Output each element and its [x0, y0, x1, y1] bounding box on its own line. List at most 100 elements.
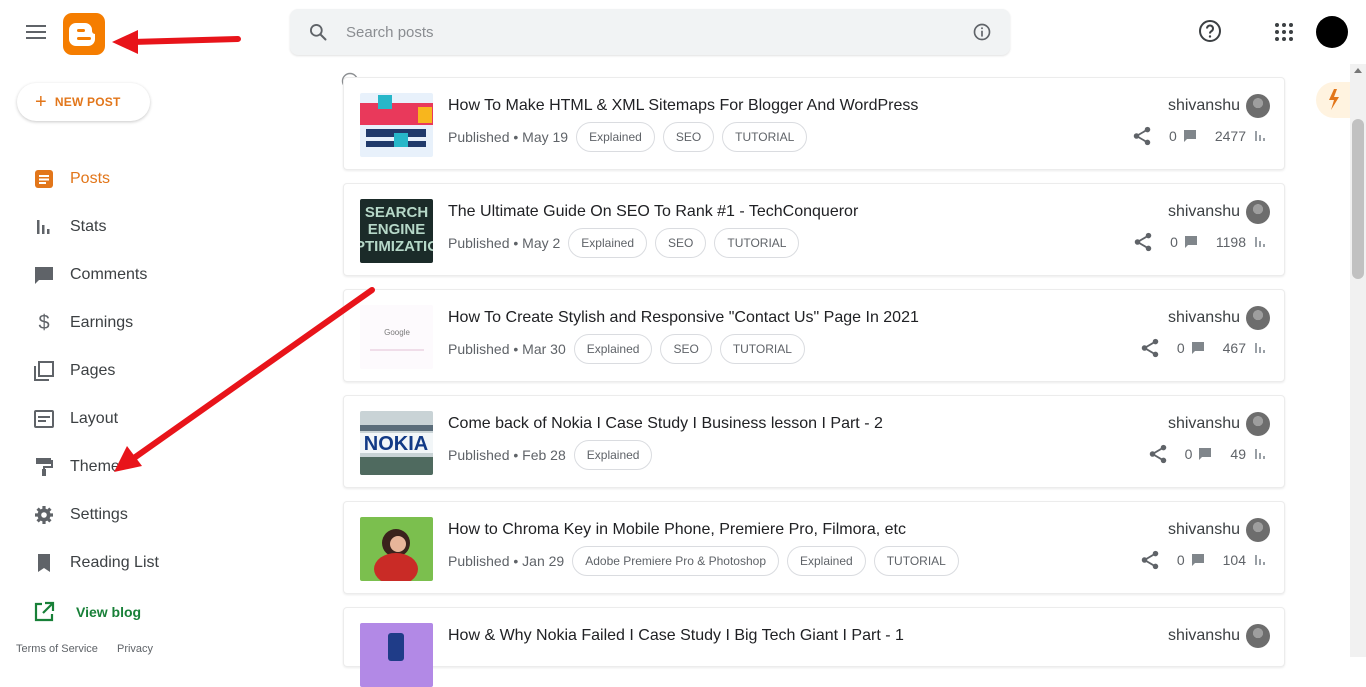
bar-chart-icon — [1255, 237, 1265, 247]
sidebar-item-label: Theme — [70, 458, 120, 475]
post-status: Published • May 2 — [448, 235, 561, 251]
stats-icon — [32, 215, 56, 239]
scroll-up-arrow[interactable] — [1354, 68, 1362, 73]
open-in-new-icon — [34, 601, 55, 622]
label-chip[interactable]: TUTORIAL — [873, 546, 959, 576]
post-author: shivanshu — [1168, 306, 1270, 330]
thumb-text: NOKIA — [364, 433, 428, 455]
blogger-logo[interactable] — [63, 13, 105, 55]
post-meta: Published • Mar 30 Explained SEO TUTORIAL — [448, 334, 805, 364]
scrollbar-thumb[interactable] — [1352, 119, 1364, 279]
view-count: 49 — [1230, 446, 1246, 462]
account-avatar[interactable] — [1316, 16, 1348, 48]
earnings-icon: $ — [38, 311, 50, 334]
post-row[interactable]: SEARCHENGINEOPTIMIZATION The Ultimate Gu… — [343, 183, 1285, 276]
sidebar-item-settings[interactable]: Settings — [0, 495, 300, 535]
author-name: shivanshu — [1167, 97, 1240, 114]
author-name: shivanshu — [1167, 521, 1240, 538]
sidebar-item-label: Comments — [70, 266, 148, 283]
post-status: Published • Mar 30 — [448, 341, 566, 357]
post-thumbnail — [360, 623, 433, 687]
view-blog-link[interactable]: View blog — [32, 600, 141, 624]
sidebar-item-layout[interactable]: Layout — [0, 399, 300, 439]
author-name: shivanshu — [1167, 627, 1240, 644]
label-chip[interactable]: SEO — [662, 122, 715, 152]
view-count: 104 — [1222, 552, 1246, 568]
comment-count: 0 — [1176, 552, 1185, 568]
share-icon[interactable] — [1147, 443, 1169, 465]
sidebar-item-theme[interactable]: Theme — [0, 447, 300, 487]
privacy-link[interactable]: Privacy — [117, 643, 153, 655]
post-thumbnail: NOKIA — [360, 411, 433, 475]
post-title[interactable]: How To Make HTML & XML Sitemaps For Blog… — [448, 97, 918, 115]
author-avatar — [1246, 412, 1270, 436]
search-icon[interactable] — [308, 22, 328, 42]
apps-grid-icon[interactable] — [1274, 22, 1294, 42]
post-title[interactable]: The Ultimate Guide On SEO To Rank #1 - T… — [448, 203, 858, 221]
author-name: shivanshu — [1167, 309, 1240, 326]
share-icon[interactable] — [1132, 231, 1154, 253]
author-avatar — [1246, 306, 1270, 330]
thumb-text: SEARCHENGINEOPTIMIZATION — [360, 204, 433, 255]
label-chip[interactable]: TUTORIAL — [714, 228, 800, 258]
share-icon[interactable] — [1139, 337, 1161, 359]
new-post-button[interactable]: + NEW POST — [17, 83, 150, 121]
post-title[interactable]: Come back of Nokia I Case Study I Busine… — [448, 415, 883, 433]
sidebar-item-posts[interactable]: Posts — [0, 159, 300, 199]
comment-count: 0 — [1170, 234, 1178, 250]
pages-icon — [32, 359, 56, 383]
search-bar — [290, 9, 1010, 55]
sidebar-item-pages[interactable]: Pages — [0, 351, 300, 391]
comment-icon — [1183, 130, 1196, 142]
sidebar-item-label: Earnings — [70, 314, 134, 331]
post-stats: 0 1198 — [1132, 231, 1266, 253]
post-row[interactable]: NOKIA Come back of Nokia I Case Study I … — [343, 395, 1285, 488]
post-thumbnail: SEARCHENGINEOPTIMIZATION — [360, 199, 433, 263]
post-title[interactable]: How & Why Nokia Failed I Case Study I Bi… — [448, 627, 904, 645]
label-chip[interactable]: Explained — [576, 122, 655, 152]
author-avatar — [1246, 200, 1270, 224]
author-name: shivanshu — [1167, 415, 1240, 432]
comment-icon — [1199, 448, 1212, 460]
post-row[interactable]: How & Why Nokia Failed I Case Study I Bi… — [343, 607, 1285, 687]
post-meta: Published • Feb 28 Explained — [448, 440, 653, 470]
label-chip[interactable]: TUTORIAL — [722, 122, 808, 152]
author-name: shivanshu — [1167, 203, 1240, 220]
post-row[interactable]: How To Make HTML & XML Sitemaps For Blog… — [343, 77, 1285, 170]
label-chip[interactable]: Adobe Premiere Pro & Photoshop — [572, 546, 779, 576]
label-chip[interactable]: SEO — [660, 334, 712, 364]
sidebar-item-stats[interactable]: Stats — [0, 207, 300, 247]
sidebar-item-comments[interactable]: Comments — [0, 255, 300, 295]
side-panel-toggle[interactable] — [1316, 82, 1350, 118]
sidebar-item-earnings[interactable]: $ Earnings — [0, 303, 300, 343]
post-status: Published • May 19 — [448, 129, 569, 145]
label-chip[interactable]: Explained — [573, 334, 653, 364]
comment-count: 0 — [1169, 128, 1177, 144]
scrollbar[interactable] — [1350, 64, 1366, 657]
bar-chart-icon — [1255, 555, 1265, 565]
sidebar-item-label: Stats — [70, 218, 107, 235]
share-icon[interactable] — [1139, 549, 1161, 571]
post-stats: 0 104 — [1139, 549, 1266, 571]
label-chip[interactable]: Explained — [573, 440, 653, 470]
post-meta: Published • May 19 Explained SEO TUTORIAL — [448, 122, 808, 152]
post-row[interactable]: How to Chroma Key in Mobile Phone, Premi… — [343, 501, 1285, 594]
label-chip[interactable]: Explained — [787, 546, 866, 576]
post-title[interactable]: How to Chroma Key in Mobile Phone, Premi… — [448, 521, 906, 539]
post-title[interactable]: How To Create Stylish and Responsive "Co… — [448, 309, 919, 327]
paint-roller-icon — [32, 455, 56, 479]
share-icon[interactable] — [1131, 125, 1153, 147]
label-chip[interactable]: TUTORIAL — [719, 334, 805, 364]
post-stats: 0 49 — [1147, 443, 1266, 465]
search-input[interactable] — [346, 19, 946, 45]
post-row[interactable]: Google How To Create Stylish and Respons… — [343, 289, 1285, 382]
hamburger-menu-icon[interactable] — [24, 21, 48, 43]
label-chip[interactable]: SEO — [655, 228, 707, 258]
info-icon[interactable] — [972, 22, 992, 42]
post-status: Published • Feb 28 — [448, 447, 566, 463]
post-status: Published • Jan 29 — [448, 553, 565, 569]
label-chip[interactable]: Explained — [568, 228, 648, 258]
terms-link[interactable]: Terms of Service — [16, 643, 98, 655]
sidebar-item-reading-list[interactable]: Reading List — [0, 543, 300, 583]
help-icon[interactable] — [1198, 19, 1222, 43]
